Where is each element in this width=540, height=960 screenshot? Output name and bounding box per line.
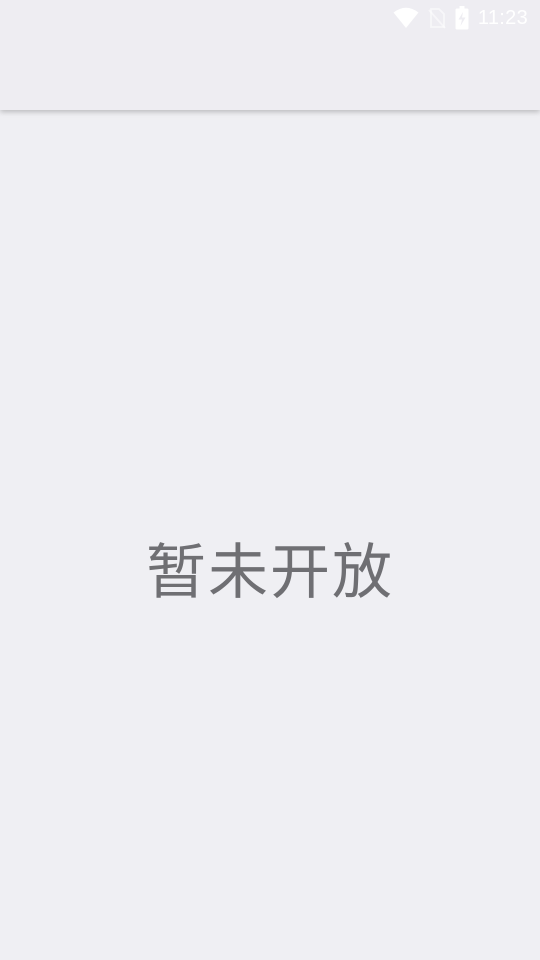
battery-charging-icon: [455, 6, 469, 30]
no-sim-icon: [428, 7, 446, 29]
screen: 11:23 暂未开放: [0, 0, 540, 960]
status-time: 11:23: [477, 7, 528, 29]
wifi-icon: [393, 7, 419, 29]
main-content: 暂未开放: [0, 110, 540, 960]
app-bar: 11:23: [0, 0, 540, 110]
empty-state-message: 暂未开放: [146, 538, 394, 608]
status-bar: 11:23: [393, 6, 528, 30]
